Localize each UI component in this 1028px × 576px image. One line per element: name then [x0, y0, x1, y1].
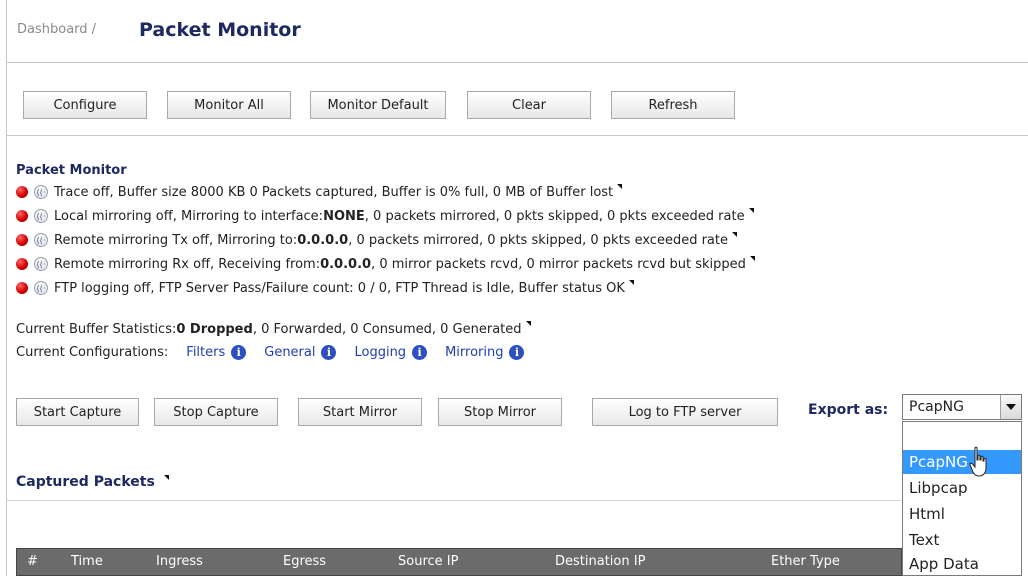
start-capture-button[interactable]: Start Capture	[16, 398, 139, 426]
signal-icon[interactable]: ((·	[34, 185, 48, 199]
status-ftp-logging: ((· FTP logging off, FTP Server Pass/Fai…	[16, 278, 634, 298]
export-label: Export as:	[808, 402, 889, 418]
buffer-stats-label: Current Buffer Statistics:	[16, 321, 177, 337]
refresh-button[interactable]: Refresh	[611, 91, 735, 119]
status-value: NONE	[323, 208, 365, 224]
page-header: Dashboard / Packet Monitor	[7, 0, 1028, 63]
configure-button[interactable]: Configure	[23, 91, 147, 119]
status-remote-rx: ((· Remote mirroring Rx off, Receiving f…	[16, 254, 755, 274]
captured-packets-label: Captured Packets	[16, 474, 155, 490]
monitor-all-button[interactable]: Monitor All	[167, 91, 291, 119]
menu-triangle-icon[interactable]	[749, 255, 755, 261]
status-text: Remote mirroring Tx off, Mirroring to:	[54, 232, 298, 248]
section-title: Packet Monitor	[16, 163, 127, 178]
menu-triangle-icon[interactable]	[617, 183, 623, 189]
packets-table-header: # Time Ingress Egress Source IP Destinat…	[16, 548, 902, 576]
info-icon[interactable]: i	[412, 345, 428, 360]
status-trace: ((· Trace off, Buffer size 8000 KB 0 Pac…	[16, 182, 623, 202]
column-header-source-ip[interactable]: Source IP	[398, 549, 458, 575]
status-off-icon	[16, 186, 28, 198]
export-option-libpcap[interactable]: Libpcap	[903, 476, 1021, 500]
column-header-ingress[interactable]: Ingress	[156, 549, 203, 575]
status-text: Remote mirroring Rx off, Receiving from:	[54, 256, 321, 272]
status-text: FTP logging off, FTP Server Pass/Failure…	[54, 280, 625, 296]
general-link[interactable]: General	[264, 345, 315, 360]
status-text: , 0 packets mirrored, 0 pkts skipped, 0 …	[348, 232, 728, 248]
log-to-ftp-button[interactable]: Log to FTP server	[592, 398, 778, 426]
status-local-mirroring: ((· Local mirroring off, Mirroring to in…	[16, 206, 754, 226]
export-option-pcapng[interactable]: PcapNG	[903, 450, 1021, 474]
status-off-icon	[16, 210, 28, 222]
status-text: , 0 packets mirrored, 0 pkts skipped, 0 …	[364, 208, 745, 224]
mouse-cursor-icon	[969, 446, 987, 477]
buffer-stats-rest: , 0 Forwarded, 0 Consumed, 0 Generated	[252, 321, 522, 337]
menu-triangle-icon[interactable]	[628, 279, 634, 285]
signal-icon[interactable]: ((·	[34, 209, 48, 223]
status-off-icon	[16, 234, 28, 246]
export-selected-value: PcapNG	[909, 399, 964, 415]
status-text: , 0 mirror packets rcvd, 0 mirror packet…	[371, 256, 746, 272]
info-icon[interactable]: i	[321, 345, 337, 360]
status-text: Trace off, Buffer size 8000 KB 0 Packets…	[54, 184, 614, 200]
toolbar: Configure Monitor All Monitor Default Cl…	[7, 63, 1028, 136]
info-icon[interactable]: i	[231, 345, 247, 360]
info-icon[interactable]: i	[509, 345, 525, 360]
status-value: 0.0.0.0	[320, 256, 372, 272]
mirroring-link[interactable]: Mirroring	[445, 345, 503, 360]
signal-icon[interactable]: ((·	[34, 233, 48, 247]
dropdown-arrow-icon[interactable]	[1000, 395, 1021, 419]
signal-icon[interactable]: ((·	[34, 257, 48, 271]
column-header-number[interactable]: #	[27, 549, 38, 575]
logging-link[interactable]: Logging	[354, 345, 406, 360]
captured-packets-title: Captured Packets	[16, 474, 169, 490]
menu-triangle-icon[interactable]	[748, 207, 754, 213]
column-header-ether-type[interactable]: Ether Type	[771, 549, 840, 575]
status-value: 0.0.0.0	[297, 232, 349, 248]
status-off-icon	[16, 282, 28, 294]
menu-triangle-icon[interactable]	[163, 475, 169, 480]
configurations-label: Current Configurations:	[16, 345, 169, 360]
clear-button[interactable]: Clear	[467, 91, 591, 119]
signal-icon[interactable]: ((·	[34, 281, 48, 295]
stop-capture-button[interactable]: Stop Capture	[154, 398, 278, 426]
export-option-app-data[interactable]: App Data	[903, 552, 1021, 576]
column-header-destination-ip[interactable]: Destination IP	[555, 549, 645, 575]
export-option-html[interactable]: Html	[903, 502, 1021, 526]
column-header-egress[interactable]: Egress	[283, 549, 326, 575]
column-header-time[interactable]: Time	[71, 549, 103, 575]
menu-triangle-icon[interactable]	[525, 320, 531, 326]
filters-link[interactable]: Filters	[186, 345, 225, 360]
menu-triangle-icon[interactable]	[732, 231, 737, 237]
current-configurations: Current Configurations: Filters i General…	[16, 345, 525, 360]
export-format-select[interactable]: PcapNG	[902, 394, 1022, 420]
buffer-statistics: Current Buffer Statistics: 0 Dropped, 0 …	[16, 319, 531, 339]
export-option-text[interactable]: Text	[903, 528, 1021, 552]
status-text: Local mirroring off, Mirroring to interf…	[54, 208, 324, 224]
buffer-dropped: 0 Dropped	[176, 321, 253, 337]
stop-mirror-button[interactable]: Stop Mirror	[438, 398, 562, 426]
export-format-dropdown: PcapNG Libpcap Html Text App Data	[902, 421, 1022, 576]
page-title: Packet Monitor	[139, 19, 301, 41]
divider	[7, 500, 901, 501]
monitor-default-button[interactable]: Monitor Default	[310, 91, 446, 119]
start-mirror-button[interactable]: Start Mirror	[298, 398, 422, 426]
status-off-icon	[16, 258, 28, 270]
status-remote-tx: ((· Remote mirroring Tx off, Mirroring t…	[16, 230, 737, 250]
breadcrumb[interactable]: Dashboard /	[17, 22, 96, 37]
